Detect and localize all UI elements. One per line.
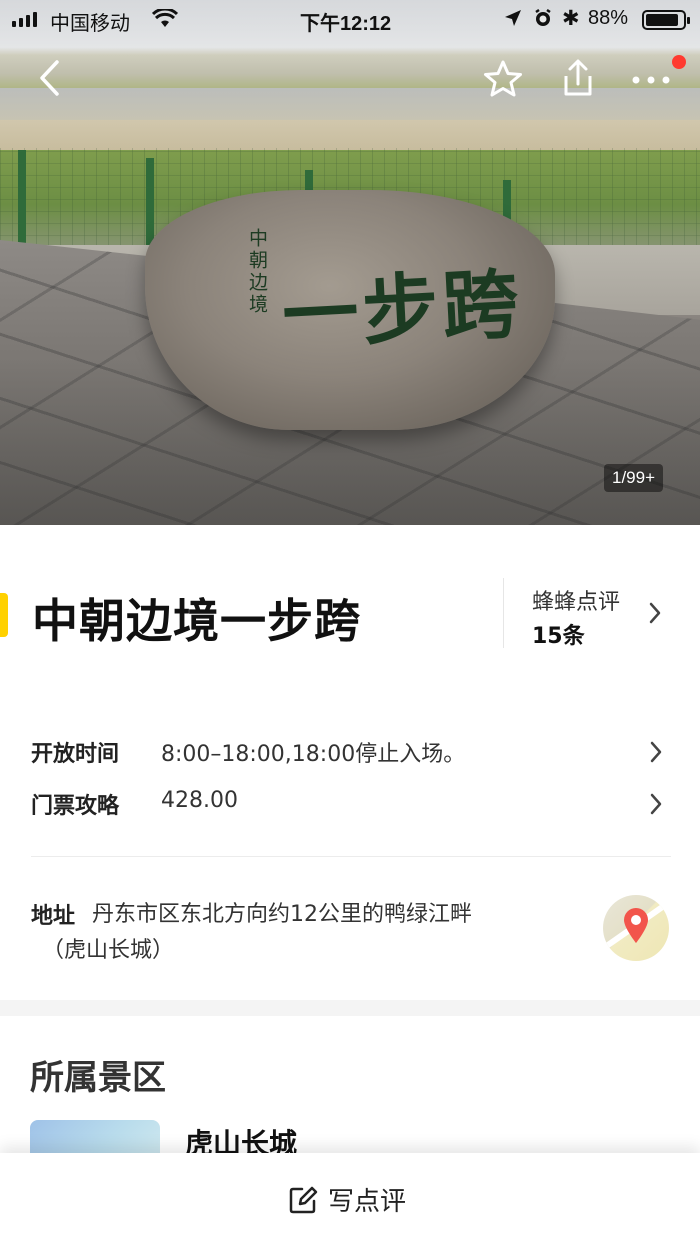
address-line-1: 丹东市区东北方向约12公里的鸭绿江畔: [92, 902, 472, 927]
ticket-label: 门票攻略: [31, 794, 120, 819]
hours-row[interactable]: 开放时间 8:00–18:00,18:00停止入场。: [0, 726, 700, 776]
reviews-divider: [503, 578, 504, 648]
battery-level: [646, 14, 678, 26]
page-title: 中朝边境一步跨: [32, 594, 361, 648]
battery-percent: 88%: [588, 7, 629, 29]
write-review-button[interactable]: 写点评: [288, 1181, 406, 1218]
map-pin-icon: [624, 908, 648, 943]
rock-inscription-side: 中朝边境: [246, 228, 268, 316]
reviews-count: 15条: [532, 624, 585, 649]
hours-label: 开放时间: [31, 742, 120, 767]
more-icon: [632, 76, 670, 84]
map-button[interactable]: [603, 895, 669, 961]
back-icon: [40, 60, 59, 96]
star-icon: [484, 60, 522, 97]
ticket-value: 428.00: [161, 788, 238, 813]
hours-value: 8:00–18:00,18:00停止入场。: [161, 742, 466, 767]
title-accent-bar: [0, 593, 8, 637]
battery-icon: [642, 10, 690, 30]
signal-icon: [12, 11, 37, 27]
photo-counter[interactable]: 1/99+: [604, 464, 664, 492]
chevron-right-icon: [649, 740, 663, 768]
alarm-icon: [533, 8, 553, 34]
bottom-bar: 写点评: [0, 1153, 700, 1245]
favorite-button[interactable]: [480, 56, 526, 102]
fence-post: [503, 180, 511, 220]
reviews-label: 蜂蜂点评: [532, 590, 621, 615]
location-arrow-icon: [504, 9, 522, 33]
chevron-right-icon: [648, 601, 662, 629]
rock-inscription-main: 一步跨: [280, 258, 525, 361]
ticket-row[interactable]: 门票攻略 428.00: [0, 778, 700, 828]
status-bar: 中国移动 下午12:12 ✱ 88%: [0, 0, 700, 40]
divider: [31, 856, 671, 857]
chevron-right-icon: [649, 792, 663, 820]
status-time: 下午12:12: [300, 13, 392, 35]
write-review-label: 写点评: [328, 1187, 407, 1217]
wifi-icon: [151, 7, 179, 35]
back-button[interactable]: [30, 58, 70, 98]
address-line-2: （虎山长城）: [42, 938, 175, 963]
notification-dot: [672, 55, 686, 69]
carrier-name: 中国移动: [50, 13, 130, 35]
more-button[interactable]: [626, 60, 676, 100]
scenic-area-heading: 所属景区: [30, 1058, 166, 1098]
section-gap: [0, 1000, 700, 1016]
share-icon: [564, 59, 592, 96]
address-label: 地址: [31, 904, 76, 929]
edit-icon: [289, 1186, 318, 1213]
bluetooth-icon: ✱: [562, 7, 580, 30]
share-button[interactable]: [555, 55, 601, 101]
